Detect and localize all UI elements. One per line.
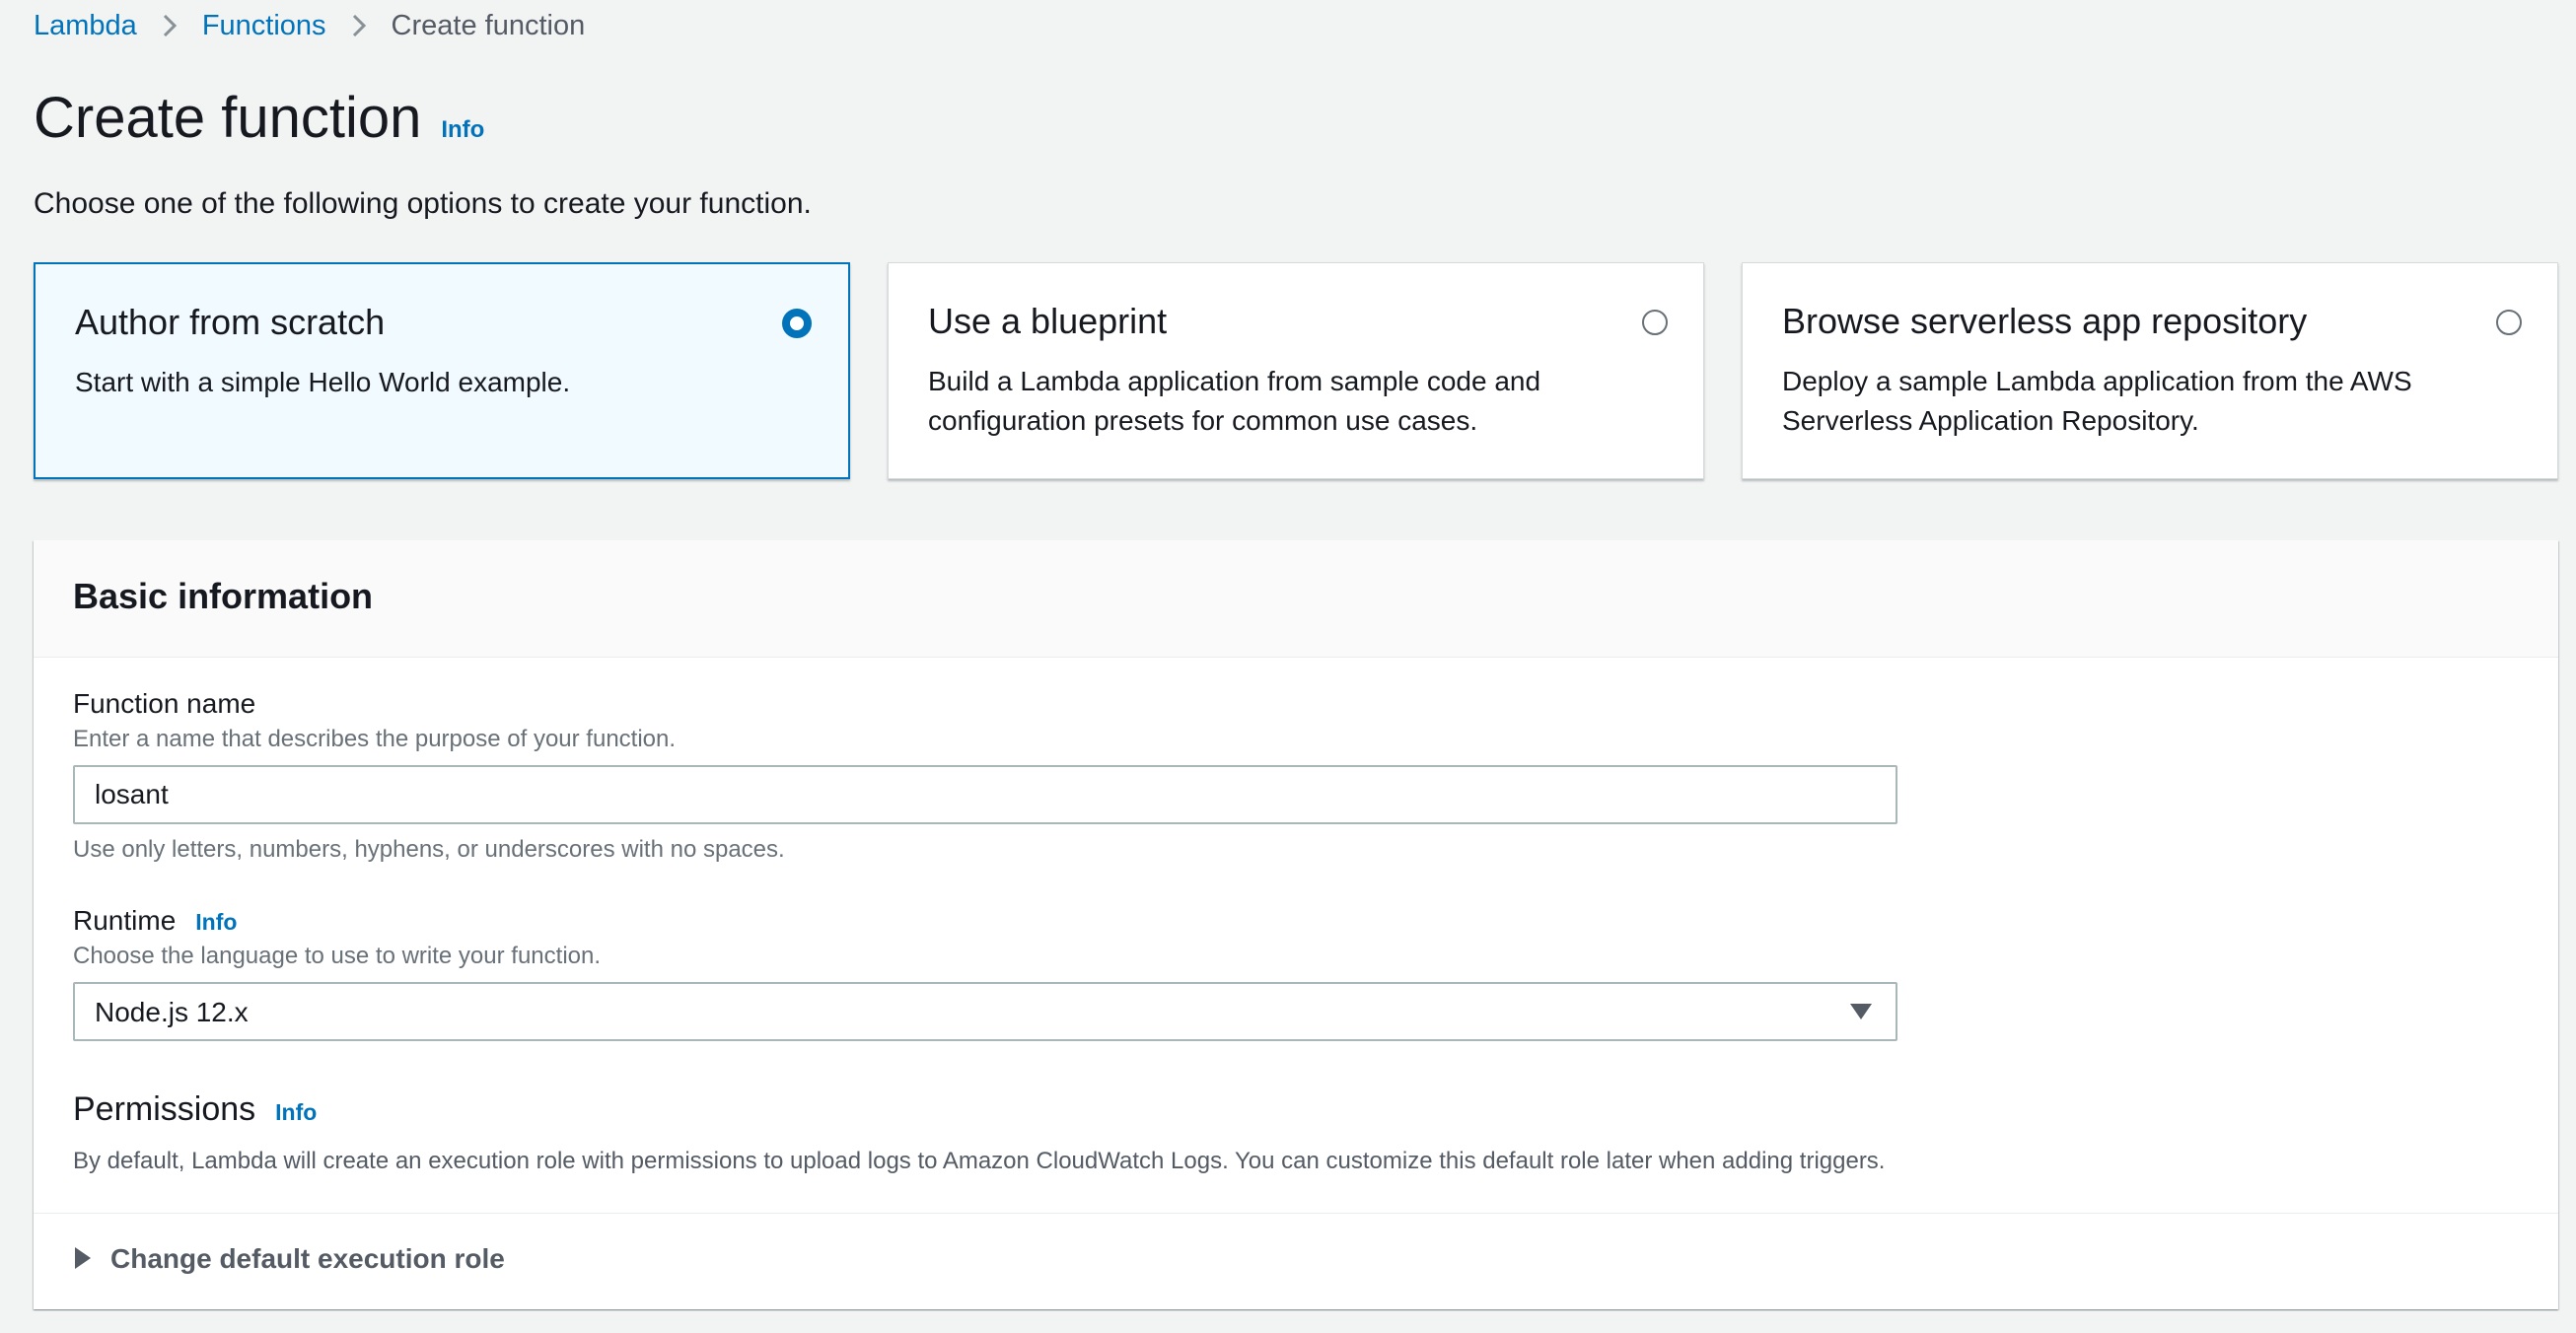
runtime-info-link[interactable]: Info: [195, 909, 237, 936]
function-name-constraint: Use only letters, numbers, hyphens, or u…: [73, 836, 785, 863]
runtime-select[interactable]: Node.js 12.x: [73, 982, 1897, 1041]
page-header: Create function Info: [34, 87, 484, 150]
permissions-title: Permissions: [73, 1090, 256, 1128]
breadcrumb-lambda-link[interactable]: Lambda: [34, 10, 137, 42]
caret-down-icon: [1850, 1004, 1872, 1024]
permissions-header: Permissions Info: [73, 1090, 317, 1129]
basic-information-panel: Basic information Function name Enter a …: [34, 540, 2558, 1309]
caret-right-icon: [75, 1247, 91, 1274]
function-name-description: Enter a name that describes the purpose …: [73, 726, 677, 752]
option-author-from-scratch[interactable]: Author from scratch Start with a simple …: [34, 262, 850, 479]
runtime-header: Runtime Info: [73, 905, 237, 937]
option-title: Use a blueprint: [928, 301, 1168, 341]
option-description: Deploy a sample Lambda application from …: [1782, 366, 2412, 436]
function-name-label: Function name: [73, 688, 256, 719]
permissions-info-link[interactable]: Info: [275, 1099, 317, 1126]
option-description: Start with a simple Hello World example.: [75, 367, 571, 397]
runtime-label: Runtime: [73, 905, 177, 936]
breadcrumb: Lambda Functions Create function: [34, 8, 585, 43]
chevron-right-icon: [352, 14, 366, 37]
option-browse-serverless-repo[interactable]: Browse serverless app repository Deploy …: [1742, 262, 2558, 479]
runtime-select-value: Node.js 12.x: [95, 997, 249, 1027]
page-title: Create function: [34, 86, 422, 150]
option-radio-selected[interactable]: [782, 309, 812, 338]
chevron-right-icon: [163, 14, 177, 37]
page-info-link[interactable]: Info: [441, 116, 484, 144]
option-description: Build a Lambda application from sample c…: [928, 366, 1541, 436]
breadcrumb-functions-link[interactable]: Functions: [202, 10, 326, 42]
expander-label: Change default execution role: [110, 1243, 505, 1274]
runtime-description: Choose the language to use to write your…: [73, 943, 602, 969]
option-radio[interactable]: [1642, 310, 1668, 335]
page-subtitle: Choose one of the following options to c…: [34, 187, 812, 220]
option-title: Author from scratch: [75, 302, 386, 342]
option-use-blueprint[interactable]: Use a blueprint Build a Lambda applicati…: [888, 262, 1704, 479]
permissions-description: By default, Lambda will create an execut…: [73, 1148, 1886, 1174]
panel-title: Basic information: [73, 576, 374, 616]
change-default-execution-role-expander[interactable]: Change default execution role: [34, 1213, 2558, 1309]
option-radio[interactable]: [2496, 310, 2522, 335]
function-name-input[interactable]: [73, 765, 1897, 824]
option-title: Browse serverless app repository: [1782, 301, 2308, 341]
breadcrumb-current: Create function: [391, 9, 586, 41]
panel-header: Basic information: [34, 540, 2558, 658]
